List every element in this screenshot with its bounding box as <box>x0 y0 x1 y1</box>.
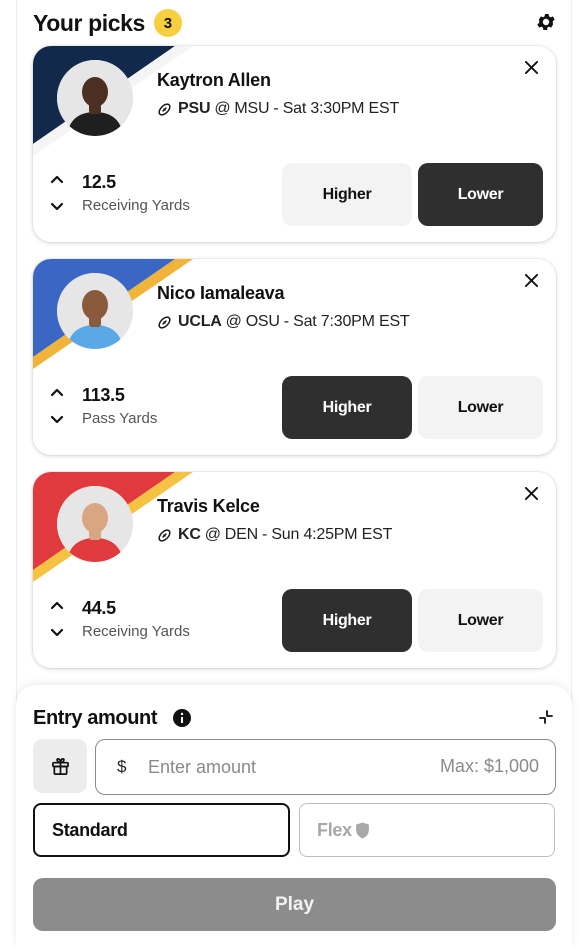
entry-panel: Entry amount $ Max: $1,000 Standard Flex <box>16 685 572 948</box>
amount-field: $ Max: $1,000 <box>95 739 556 795</box>
remove-pick-button[interactable] <box>522 58 540 76</box>
game-time: - Sun 4:25PM EST <box>261 526 393 543</box>
at-symbol: @ <box>225 313 242 330</box>
gift-icon <box>51 757 69 775</box>
game-time: - Sat 7:30PM EST <box>283 313 410 330</box>
at-symbol: @ <box>214 100 231 117</box>
player-name: Travis Kelce <box>157 496 260 516</box>
higher-button[interactable]: Higher <box>282 589 412 652</box>
team-abbr: KC <box>178 526 201 543</box>
football-icon <box>158 102 171 116</box>
remove-pick-button[interactable] <box>522 484 540 502</box>
player-name: Nico Iamaleava <box>157 283 285 303</box>
entry-title: Entry amount <box>33 707 158 729</box>
stat-type: Receiving Yards <box>82 197 190 214</box>
football-icon <box>158 315 171 329</box>
play-label: Play <box>274 893 315 915</box>
currency-symbol: $ <box>117 757 127 776</box>
page-title: Your picks <box>33 9 145 36</box>
collapse-icon[interactable] <box>539 710 553 724</box>
projection-line: 113.5 <box>82 385 125 405</box>
higher-button[interactable]: Higher <box>282 376 412 439</box>
pick-card: Travis Kelce KC @ DEN - Sun 4:25PM EST 4… <box>33 472 556 668</box>
standard-label: Standard <box>52 819 128 840</box>
play-button[interactable]: Play <box>33 878 556 931</box>
pick-card: Kaytron Allen PSU @ MSU - Sat 3:30PM EST… <box>33 46 556 242</box>
player-avatar <box>57 273 133 349</box>
game-time: - Sat 3:30PM EST <box>273 100 400 117</box>
lower-button[interactable]: Lower <box>418 376 543 439</box>
lower-button[interactable]: Lower <box>418 163 543 226</box>
stat-type: Pass Yards <box>82 410 158 427</box>
matchup-info: KC @ DEN - Sun 4:25PM EST <box>157 526 392 544</box>
pick-card: Nico Iamaleava UCLA @ OSU - Sat 7:30PM E… <box>33 259 556 455</box>
higher-button[interactable]: Higher <box>282 163 412 226</box>
stat-type: Receiving Yards <box>82 623 190 640</box>
flex-label: Flex <box>317 819 352 840</box>
standard-mode-button[interactable]: Standard <box>33 803 290 857</box>
player-avatar <box>57 486 133 562</box>
opponent-abbr: MSU <box>234 100 270 117</box>
matchup-info: UCLA @ OSU - Sat 7:30PM EST <box>157 313 410 331</box>
close-icon <box>524 486 538 500</box>
close-icon <box>524 273 538 287</box>
shield-icon <box>355 822 369 838</box>
opponent-abbr: DEN <box>224 526 258 543</box>
remove-pick-button[interactable] <box>522 271 540 289</box>
football-icon <box>158 528 171 542</box>
line-toggle-arrows[interactable] <box>49 600 65 640</box>
team-abbr: UCLA <box>178 313 222 330</box>
amount-input[interactable] <box>148 754 408 780</box>
close-icon <box>524 60 538 74</box>
picks-count-badge: 3 <box>153 9 182 37</box>
player-name: Kaytron Allen <box>157 70 271 90</box>
player-avatar <box>57 60 133 136</box>
lower-button[interactable]: Lower <box>418 589 543 652</box>
promo-button[interactable] <box>33 739 87 793</box>
info-icon[interactable] <box>173 709 191 727</box>
opponent-abbr: OSU <box>245 313 280 330</box>
gear-icon[interactable] <box>535 11 557 33</box>
projection-line: 44.5 <box>82 598 116 618</box>
picks-header: Your picks 3 <box>33 6 559 40</box>
matchup-info: PSU @ MSU - Sat 3:30PM EST <box>157 100 399 118</box>
projection-line: 12.5 <box>82 172 116 192</box>
flex-mode-button[interactable]: Flex <box>299 803 555 857</box>
at-symbol: @ <box>204 526 221 543</box>
line-toggle-arrows[interactable] <box>49 387 65 427</box>
team-abbr: PSU <box>178 100 211 117</box>
max-amount-label: Max: $1,000 <box>439 756 539 776</box>
line-toggle-arrows[interactable] <box>49 174 65 214</box>
